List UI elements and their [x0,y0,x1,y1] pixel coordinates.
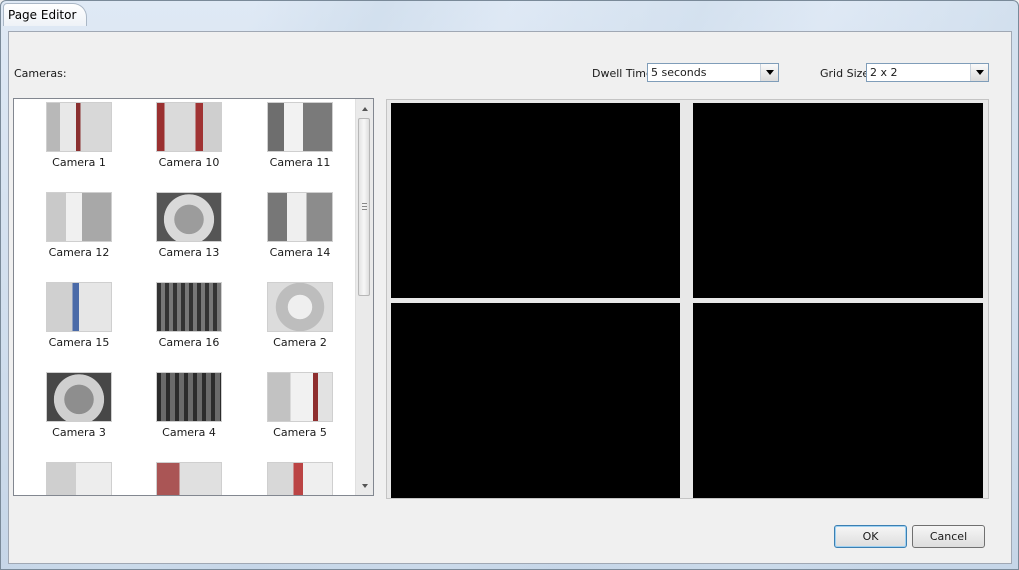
camera-list-item[interactable]: Camera 11 [245,102,355,169]
page-editor-window: Page Editor Cameras: Dwell Time 5 second… [0,0,1019,570]
grip-icon [362,203,367,210]
cameras-label: Cameras: [14,67,67,80]
grid-size-select[interactable]: 2 x 2 [866,63,989,82]
scroll-down-button[interactable] [356,477,373,494]
dwell-time-label: Dwell Time [592,67,653,80]
grid-cell-1[interactable] [391,103,680,298]
camera-name: Camera 13 [158,246,220,259]
camera-name: Camera 15 [48,336,110,349]
camera-name: Camera 14 [269,246,331,259]
camera-thumbnail [46,462,112,495]
chevron-down-icon [765,70,774,75]
camera-thumbnail [267,282,333,332]
cancel-button[interactable]: Cancel [912,525,985,548]
camera-thumbnail [156,372,222,422]
camera-list-item[interactable]: Camera 16 [134,282,244,349]
camera-thumbnail [267,372,333,422]
dialog-client-area: Cameras: Dwell Time 5 seconds Grid Size … [8,31,1012,564]
camera-thumbnail [156,462,222,495]
arrow-up-icon [361,106,368,111]
camera-list-item[interactable]: Camera 4 [134,372,244,439]
camera-name: Camera 1 [52,156,106,169]
camera-thumbnail [46,282,112,332]
camera-list-scrollbar[interactable] [355,99,373,495]
camera-list-item[interactable] [245,462,355,495]
window-title: Page Editor [3,3,88,26]
camera-list-item[interactable]: Camera 10 [134,102,244,169]
camera-thumbnail [46,192,112,242]
camera-list-item[interactable]: Camera 14 [245,192,355,259]
camera-list-item[interactable]: Camera 13 [134,192,244,259]
camera-name: Camera 2 [273,336,327,349]
camera-list-item[interactable]: Camera 1 [24,102,134,169]
camera-thumbnail [156,282,222,332]
dwell-time-select[interactable]: 5 seconds [647,63,779,82]
camera-name: Camera 5 [273,426,327,439]
grid-cell-3[interactable] [391,303,680,498]
camera-thumbnail [46,372,112,422]
camera-name: Camera 3 [52,426,106,439]
camera-thumbnail [267,192,333,242]
arrow-down-icon [361,483,368,488]
ok-button[interactable]: OK [834,525,907,548]
chevron-down-icon [975,70,984,75]
camera-list-item[interactable]: Camera 15 [24,282,134,349]
camera-thumbnail [156,102,222,152]
camera-thumbnail [46,102,112,152]
camera-name: Camera 10 [158,156,220,169]
camera-list-item[interactable]: Camera 3 [24,372,134,439]
scroll-thumb[interactable] [358,118,370,296]
camera-list-item[interactable]: Camera 2 [245,282,355,349]
camera-name: Camera 12 [48,246,110,259]
grid-size-dropdown-button[interactable] [970,64,988,81]
camera-name: Camera 4 [162,426,216,439]
page-grid-preview [386,99,989,499]
dwell-time-dropdown-button[interactable] [760,64,778,81]
camera-name: Camera 11 [269,156,331,169]
camera-list-item[interactable]: Camera 5 [245,372,355,439]
camera-thumbnail [156,192,222,242]
grid-size-value: 2 x 2 [870,66,898,79]
camera-thumbnail [267,462,333,495]
camera-list-item[interactable]: Camera 12 [24,192,134,259]
dwell-time-value: 5 seconds [651,66,707,79]
grid-cell-4[interactable] [693,303,983,498]
camera-list[interactable]: Camera 1 Camera 10 Camera 11 Camera 12 Camer… [13,98,374,496]
grid-cell-2[interactable] [693,103,983,298]
camera-name: Camera 16 [158,336,220,349]
camera-list-item[interactable] [134,462,244,495]
grid-size-label: Grid Size [820,67,870,80]
camera-list-item[interactable] [24,462,134,495]
scroll-up-button[interactable] [356,100,373,117]
camera-thumbnail [267,102,333,152]
